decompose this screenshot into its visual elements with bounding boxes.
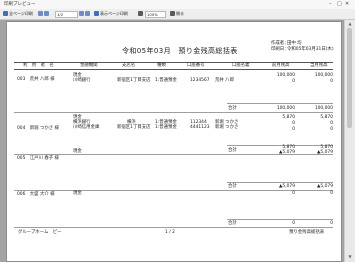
header-bottom-rule	[14, 69, 333, 70]
total-curr-cell: ▲5,079	[317, 184, 333, 189]
prev-balance-cell: 0	[292, 79, 295, 84]
footer-group-name: グループホーム ピー	[18, 230, 62, 235]
type-cell: 1:普通預金	[155, 125, 177, 130]
print-date-value: 令和05年03月31日(木)	[287, 47, 334, 52]
header-holder: 口座名義	[232, 63, 250, 68]
holder-cell: 荒井 八郎	[215, 78, 234, 83]
header-type: 種類	[157, 63, 166, 68]
user-name: 006 大盛 大介 様	[17, 192, 55, 197]
footer-page-number: 1 / 2	[165, 230, 175, 235]
branch-cell: 新宿区1丁目支店	[117, 125, 151, 130]
bank-cell: 川崎銀行	[73, 78, 91, 83]
total-label: 合計	[228, 184, 237, 189]
account-no-cell: 1234567	[190, 78, 210, 83]
scroll-up-icon[interactable]: ▲	[347, 21, 353, 27]
curr-balance-cell: ▲5,079	[317, 150, 333, 155]
total-curr-cell: 100,000	[314, 106, 333, 111]
subtotal-rule	[227, 182, 333, 183]
prev-balance-cell: 0	[292, 121, 295, 126]
account-no-cell: 4441123	[190, 125, 210, 130]
close-preview-icon[interactable]	[170, 11, 175, 16]
user-name: 004 新堀 つかさ 様	[17, 126, 59, 131]
maximize-icon[interactable]: □	[337, 1, 342, 7]
prev-balance-cell: 0	[292, 191, 295, 196]
curr-balance-cell: 0	[330, 191, 333, 196]
close-icon[interactable]: ✕	[345, 1, 349, 7]
bank-cell: 現金	[73, 149, 82, 154]
preview-area[interactable]: 令和05年03月 預り金残高総括表 作成者： 田中 均 印刷日： 令和05年03…	[0, 20, 355, 262]
curr-balance-cell: 0	[330, 79, 333, 84]
bank-cell: 現金	[73, 191, 82, 196]
header-branch: 支店名	[122, 63, 136, 68]
total-label: 合計	[228, 221, 237, 226]
curr-balance-cell: 0	[330, 121, 333, 126]
row-separator	[14, 227, 333, 228]
print-preview-window: 印刷プレビュー – □ ✕ 全ページ印刷 1/2 表示ページ印刷 100% 閉る…	[0, 0, 355, 262]
last-page-icon[interactable]	[85, 11, 90, 16]
scrollbar-thumb[interactable]	[347, 28, 352, 128]
prev-balance-cell: 100,000	[276, 73, 295, 78]
first-page-icon[interactable]	[38, 11, 43, 16]
header-curr-balance: 当月残高	[310, 63, 328, 68]
print-this-page-button[interactable]: 表示ページ印刷	[100, 11, 128, 17]
prev-balance-cell: ▲5,079	[279, 150, 295, 155]
type-cell: 1:普通預金	[155, 78, 177, 83]
prev-page-icon[interactable]	[44, 11, 49, 16]
vertical-scrollbar[interactable]: ▲ ▼	[344, 20, 355, 262]
zoom-select[interactable]: 100%	[145, 11, 166, 18]
window-title: 印刷プレビュー	[4, 2, 36, 7]
header-bank: 金融機関	[80, 63, 98, 68]
total-prev-cell: ▲5,079	[279, 184, 295, 189]
close-preview-button[interactable]: 閉る	[176, 11, 184, 17]
prev-balance-cell: 0	[292, 127, 295, 132]
total-label: 合計	[228, 106, 237, 111]
header-name: 利 用 者 名	[23, 63, 54, 68]
toolbar: 全ページ印刷 1/2 表示ページ印刷 100% 閉る	[0, 9, 355, 20]
branch-cell: 新宿区1丁目支店	[117, 78, 151, 83]
report-page: 令和05年03月 預り金残高総括表 作成者： 田中 均 印刷日： 令和05年03…	[7, 22, 341, 261]
total-prev-cell: 0	[292, 221, 295, 226]
footer-report-name: 預り金残高総括表	[289, 230, 325, 235]
print-all-icon[interactable]	[3, 11, 8, 16]
print-page-icon[interactable]	[94, 11, 99, 16]
creator-label: 作成者：	[271, 41, 289, 46]
holder-cell: 新堀 つかさ	[215, 125, 239, 130]
curr-balance-cell: 100,000	[314, 73, 333, 78]
total-curr-cell: 0	[330, 221, 333, 226]
header-prev-balance: 前月残高	[272, 63, 290, 68]
subtotal-rule	[227, 219, 333, 220]
curr-balance-cell: 0	[330, 127, 333, 132]
header-account-no: 口座番号	[187, 63, 205, 68]
user-name: 003 荒井 八郎 様	[17, 77, 55, 82]
curr-balance-cell: 5,870	[320, 115, 333, 120]
row-separator	[14, 112, 333, 113]
minimize-icon[interactable]: –	[329, 1, 332, 7]
scroll-down-icon[interactable]: ▼	[347, 254, 353, 260]
print-all-button[interactable]: 全ページ印刷	[9, 11, 33, 17]
total-label: 合計	[228, 148, 237, 153]
bank-cell: 川崎信用金庫	[73, 125, 100, 130]
prev-balance-cell: 5,870	[282, 115, 295, 120]
print-date-label: 印刷日：	[271, 47, 289, 52]
creator-value: 田中 均	[287, 41, 302, 46]
subtotal-rule	[227, 103, 333, 104]
next-page-icon[interactable]	[79, 11, 84, 16]
user-name: 005 江戸川 春子 様	[17, 156, 59, 161]
total-prev-cell: 100,000	[276, 106, 295, 111]
report-title: 令和05年03月 預り金残高総括表	[122, 47, 238, 55]
zoom-icon	[138, 11, 143, 16]
page-input[interactable]: 1/2	[55, 11, 78, 18]
